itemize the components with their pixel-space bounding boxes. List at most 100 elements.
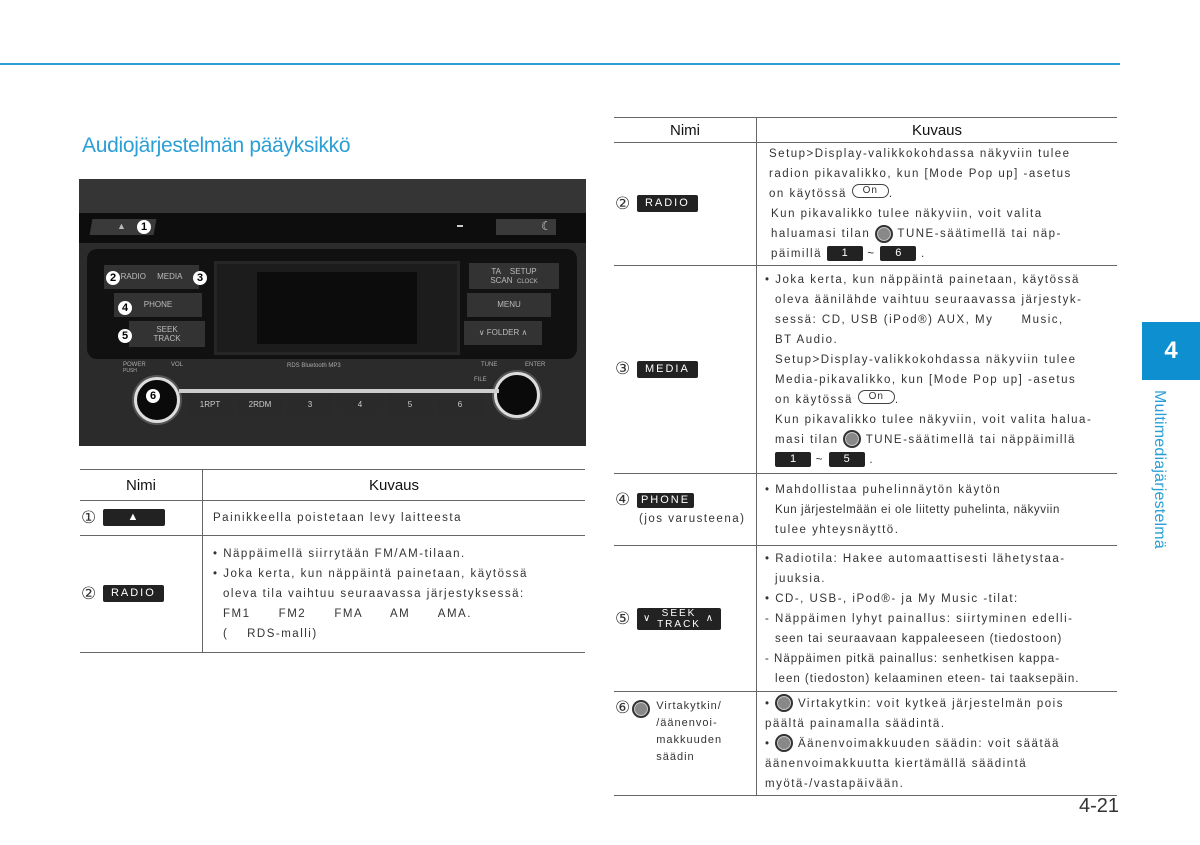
callout-5: 5 bbox=[118, 329, 132, 343]
row-description: • Joka kerta, kun näppäintä painetaan, k… bbox=[756, 265, 1117, 474]
tune-knob-photo bbox=[494, 372, 540, 418]
row-number: ① bbox=[81, 507, 97, 527]
desc-line: päältä painamalla säädintä. bbox=[765, 717, 946, 730]
callout-3: 3 bbox=[193, 271, 207, 285]
row-number: ② bbox=[81, 583, 97, 603]
setup-label: SETUP bbox=[509, 267, 537, 276]
table-row: ① ▲ Painikkeella poistetaan levy laittee… bbox=[80, 500, 585, 536]
tilde: ~ bbox=[815, 453, 824, 466]
row-name: ② RADIO bbox=[80, 535, 203, 653]
eject-icon: ▲ bbox=[117, 221, 126, 231]
desc-line: sessä: CD, USB (iPod®) AUX, My Music, bbox=[775, 313, 1064, 326]
power-knob-icon bbox=[775, 694, 794, 713]
preset-key-6: 6 bbox=[880, 246, 917, 262]
radio-key: RADIO bbox=[636, 195, 698, 213]
push-label: PUSH bbox=[123, 368, 137, 374]
desc-line: Media-pikavalikko, kun [Mode Pop up] -as… bbox=[775, 373, 1077, 386]
folder-label: FOLDER bbox=[486, 328, 520, 337]
ta-label: TA bbox=[491, 267, 502, 276]
header-rule bbox=[0, 63, 1120, 65]
preset-3: 3 bbox=[287, 395, 333, 415]
right-description-table: Nimi Kuvaus ② RADIO Setup>Display-valikk… bbox=[614, 117, 1117, 796]
col-header-description: Kuvaus bbox=[756, 117, 1117, 143]
display-screen bbox=[214, 261, 460, 355]
desc-line: - Näppäimen lyhyt painallus: siirtyminen… bbox=[765, 612, 1074, 625]
phone-key: PHONE bbox=[636, 492, 695, 508]
preset-key-1: 1 bbox=[775, 451, 811, 467]
file-label: FILE bbox=[474, 377, 487, 383]
desc-line: TUNE-säätimellä tai näp- bbox=[897, 228, 1062, 240]
preset-4: 4 bbox=[337, 395, 383, 415]
desc-line: Kun järjestelmään ei ole liitetty puheli… bbox=[775, 503, 1060, 516]
row-description: • Virtakytkin: voit kytkeä järjestelmän … bbox=[756, 691, 1117, 796]
enter-label: ENTER bbox=[525, 362, 546, 368]
chrome-strip bbox=[179, 389, 499, 393]
desc-line: FM1 FM2 FMA AM AMA. bbox=[223, 608, 472, 620]
on-toggle-icon: On bbox=[857, 389, 895, 404]
head-unit-photo: ▲ 1 ☾ RADIO MEDIA 2 3 PHONE 4 SEEK TRACK … bbox=[79, 179, 586, 446]
desc-line: radion pikavalikko, kun [Mode Pop up] -a… bbox=[769, 168, 1072, 180]
row-description: Setup>Display-valikkokohdassa näkyviin t… bbox=[756, 142, 1117, 266]
bullet: • bbox=[765, 737, 771, 750]
on-toggle-icon: On bbox=[851, 184, 889, 198]
desc-line: on käytössä bbox=[769, 188, 847, 200]
desc-line: Kun pikavalikko tulee näkyviin, voit val… bbox=[775, 413, 1093, 426]
desc-line: myötä-/vastapäivään. bbox=[765, 777, 905, 790]
desc-line: • Joka kerta, kun näppäintä painetaan, k… bbox=[213, 568, 528, 580]
tilde: ~ bbox=[867, 248, 876, 260]
media-label: MEDIA bbox=[157, 272, 183, 281]
tune-label: TUNE bbox=[481, 362, 498, 368]
row-description: Painikkeella poistetaan levy laitteesta bbox=[202, 500, 585, 536]
row-description: • Mahdollistaa puhelinnäytön käytön Kun … bbox=[756, 473, 1117, 546]
row-name: ② RADIO bbox=[614, 142, 757, 266]
vol-label: VOL bbox=[171, 362, 184, 368]
tune-knob-icon bbox=[843, 430, 862, 449]
ta-setup-button-photo: TA SETUP SCAN CLOCK bbox=[469, 263, 559, 289]
row-number: ② bbox=[615, 193, 631, 213]
desc-line: • Mahdollistaa puhelinnäytön käytön bbox=[765, 483, 1002, 496]
callout-1: 1 bbox=[137, 220, 151, 234]
name-line: säädin bbox=[656, 751, 695, 763]
table-row: ② RADIO Setup>Display-valikkokohdassa nä… bbox=[614, 142, 1117, 266]
table-row: ⑥ Virtakytkin/ /äänenvoi- makkuuden sääd… bbox=[614, 691, 1117, 796]
preset-6: 6 bbox=[437, 395, 483, 415]
desc-line: • Näppäimellä siirrytään FM/AM-tilaan. bbox=[213, 548, 466, 560]
folder-button-photo: ∨ FOLDER ∧ bbox=[464, 321, 542, 345]
section-title: Audiojärjestelmän pääyksikkö bbox=[82, 134, 351, 157]
desc-line: • Joka kerta, kun näppäintä painetaan, k… bbox=[765, 273, 1080, 286]
desc-line: - Näppäimen pitkä painallus: senhetkisen… bbox=[765, 652, 1061, 665]
desc-line: äänenvoimakkuutta kiertämällä säädintä bbox=[765, 757, 1028, 770]
menu-label: MENU bbox=[497, 300, 521, 309]
table-row: ③ MEDIA • Joka kerta, kun näppäintä pain… bbox=[614, 265, 1117, 474]
desc-line: BT Audio. bbox=[775, 333, 839, 346]
tune-knob-icon bbox=[874, 224, 893, 243]
desc-line: haluamasi tilan bbox=[771, 228, 871, 240]
moon-icon: ☾ bbox=[541, 219, 552, 233]
eject-key-icon: ▲ bbox=[102, 509, 165, 527]
seek-label: SEEK bbox=[661, 607, 697, 619]
radio-key: RADIO bbox=[102, 585, 164, 603]
desc-line: päimillä bbox=[771, 248, 822, 260]
row-description: • Näppäimellä siirrytään FM/AM-tilaan. •… bbox=[202, 535, 585, 653]
name-line: /äänenvoi- bbox=[656, 717, 718, 729]
scan-label: SCAN bbox=[490, 276, 513, 285]
row-description: • Radiotila: Hakee automaattisesti lähet… bbox=[756, 545, 1117, 692]
row-name: ④ PHONE (jos varusteena) bbox=[614, 473, 757, 546]
preset-key-1: 1 bbox=[826, 246, 863, 262]
desc-line: Virtakytkin: voit kytkeä järjestelmän po… bbox=[797, 697, 1064, 710]
desc-line: oleva tila vaihtuu seuraavassa järjestyk… bbox=[223, 588, 525, 600]
row-number: ③ bbox=[615, 359, 631, 379]
preset-2: 2RDM bbox=[237, 395, 283, 415]
row-number: ④ bbox=[615, 490, 631, 510]
desc-line: oleva äänilähde vaihtuu seuraavassa järj… bbox=[775, 293, 1083, 306]
seek-track-key: ∨ SEEK TRACK ∧ bbox=[636, 607, 722, 630]
media-key: MEDIA bbox=[636, 360, 698, 378]
feature-logos: RDS Bluetooth MP3 bbox=[287, 363, 341, 369]
desc-line: • Radiotila: Hakee automaattisesti lähet… bbox=[765, 552, 1066, 565]
desc-line: juuksia. bbox=[775, 572, 826, 585]
track-label: TRACK bbox=[153, 334, 181, 343]
callout-4: 4 bbox=[118, 301, 132, 315]
col-header-description: Kuvaus bbox=[202, 469, 585, 501]
desc-line: Setup>Display-valikkokohdassa näkyviin t… bbox=[775, 353, 1077, 366]
display-inner bbox=[257, 272, 417, 344]
